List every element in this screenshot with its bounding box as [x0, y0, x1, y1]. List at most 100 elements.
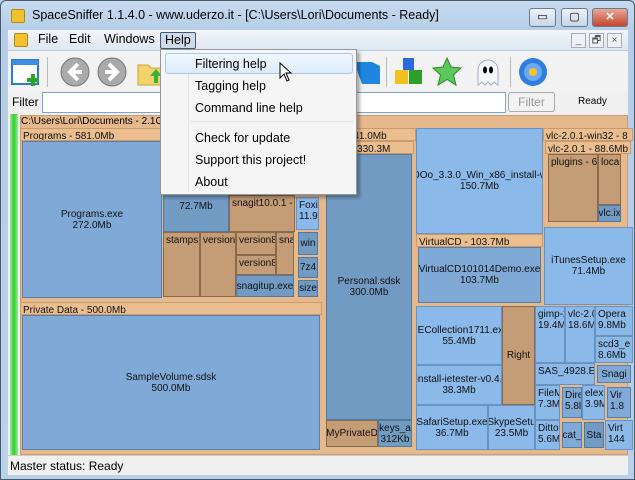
tile-name: vlc-2.0	[568, 309, 595, 320]
file-tile[interactable]: IECollection1711.ex 55.4Mb	[416, 306, 502, 365]
menu-help[interactable]: Help	[160, 32, 196, 49]
file-tile[interactable]: size	[298, 280, 318, 297]
menu-item-filtering-help[interactable]: Filtering help	[195, 57, 267, 71]
menu-edit[interactable]: Edit	[65, 32, 95, 49]
file-tile[interactable]: cat_	[562, 422, 582, 448]
folder-header[interactable]: vlc-2.0.1 - 88.6Mb	[545, 141, 631, 154]
file-tile[interactable]: Vir 1.8	[607, 387, 631, 418]
tile-name: keys_a	[379, 422, 411, 434]
app-menu-icon[interactable]	[14, 33, 28, 47]
file-tile[interactable]: SafariSetup.exe 36.7Mb	[416, 405, 488, 450]
tile-name: Opera	[598, 309, 626, 320]
mdi-minimize-button[interactable]: _	[571, 33, 586, 48]
tile-name: Virt	[608, 423, 623, 434]
tile-size: 23.5Mb	[494, 427, 529, 439]
file-tile[interactable]: Virt 144	[605, 420, 633, 450]
folder-header[interactable]: VirtualCD - 103.7Mb	[416, 234, 543, 247]
file-tile[interactable]: scd3_e 8.6Mb	[595, 336, 633, 363]
file-tile[interactable]: iTunesSetup.exe 71.4Mb	[544, 227, 633, 305]
tile-name: version9	[203, 235, 236, 246]
cube-icon[interactable]	[354, 57, 384, 87]
folder-tile[interactable]: stamps -	[163, 232, 200, 297]
file-tile[interactable]: Snagi	[597, 365, 631, 383]
file-tile[interactable]: SAS_4928.EX	[535, 363, 595, 385]
tile-name: size	[299, 283, 317, 294]
forward-icon[interactable]	[97, 57, 127, 87]
file-tile[interactable]: SkypeSetu 23.5Mb	[488, 405, 535, 450]
mouse-cursor-icon	[279, 62, 293, 82]
star-icon[interactable]	[432, 57, 462, 87]
file-tile[interactable]: gimp-219.4Ml	[535, 306, 565, 363]
file-tile[interactable]: OOo_3.3.0_Win_x86_install-w 150.7Mb	[416, 128, 543, 234]
tile-name: SkypeSetu	[488, 416, 535, 428]
tile-name: version8t	[239, 258, 276, 269]
flower-icon[interactable]	[518, 57, 548, 87]
mdi-restore-button[interactable]: 🗗	[589, 33, 604, 48]
file-tile[interactable]: Ditto 5.6M	[535, 420, 560, 450]
new-window-icon[interactable]	[11, 57, 41, 87]
menu-item-support-project[interactable]: Support this project!	[195, 153, 306, 167]
tile-size: 1.8	[610, 401, 624, 412]
tile-name: sna	[279, 235, 294, 246]
tile-size: 272.0Mb	[72, 219, 112, 231]
maximize-button[interactable]: ▢	[561, 8, 588, 27]
file-tile[interactable]: Programs.exe 272.0Mb	[22, 141, 162, 298]
toolbar-separator	[386, 57, 387, 87]
tile-name: SampleVolume.sdsk	[125, 371, 217, 383]
file-tile[interactable]: SampleVolume.sdsk 500.0Mb	[22, 315, 320, 450]
tile-name: snagit10.0.1 - 3	[232, 198, 295, 209]
tile-name: install-ietester-v0.4.	[416, 374, 502, 385]
menu-item-check-for-update[interactable]: Check for update	[195, 131, 290, 145]
tile-name: vlc-2.0.1-win32 - 8	[546, 131, 628, 141]
file-tile[interactable]: Dire 5.8l	[562, 387, 582, 418]
tile-name: plugins - 60	[551, 157, 598, 168]
folder-tile[interactable]: local	[598, 154, 621, 205]
tile-size: 8.6Mb	[598, 350, 626, 361]
folder-tile[interactable]: version8t	[236, 255, 276, 275]
file-tile[interactable]: Opera 9.8Mb	[595, 306, 633, 336]
minimize-button[interactable]: ▭	[529, 8, 556, 27]
file-tile[interactable]: vlc.ix	[598, 205, 621, 222]
tile-size: 300.0Mb	[349, 287, 389, 298]
menu-item-tagging-help[interactable]: Tagging help	[195, 79, 266, 93]
file-tile[interactable]: VirtualCD101014Demo.exe 103.7Mb	[418, 247, 541, 303]
folder-tile[interactable]: Right	[502, 306, 535, 405]
back-icon[interactable]	[60, 57, 90, 87]
file-tile[interactable]: 7z4	[298, 257, 318, 278]
tile-name: Private Data - 500.0Mb	[23, 305, 126, 315]
file-tile[interactable]: win	[298, 232, 318, 255]
file-tile[interactable]: keys_a 312Kb	[378, 420, 412, 447]
menu-windows[interactable]: Windows	[100, 32, 159, 49]
ghost-icon[interactable]	[473, 57, 503, 87]
folder-header[interactable]: Private Data - 500.0Mb	[20, 302, 322, 315]
filter-button[interactable]: Filter	[508, 92, 555, 112]
folder-tile[interactable]: snagit10.0.1 - 3	[229, 195, 295, 232]
tile-size: 7.3Ml	[538, 399, 560, 410]
folder-tile[interactable]: version9	[200, 232, 236, 297]
blocks-icon[interactable]	[394, 57, 424, 87]
file-tile[interactable]: Sta	[584, 422, 604, 448]
folder-tile[interactable]: version8.	[236, 232, 276, 255]
file-tile[interactable]: Foxit 11.9I	[296, 197, 319, 230]
folder-tile[interactable]: MyPrivateD	[326, 420, 378, 447]
filter-label: Filter	[12, 95, 39, 109]
menu-file[interactable]: File	[34, 32, 62, 49]
file-tile[interactable]: snagitup.exe	[236, 275, 294, 297]
status-bar: Master status: Ready	[8, 455, 628, 475]
app-icon	[11, 9, 25, 23]
file-tile[interactable]: install-ietester-v0.4. 38.3Mb	[416, 365, 502, 405]
file-tile[interactable]: elex.3.9M	[582, 385, 605, 420]
close-button[interactable]: ✕	[592, 8, 628, 27]
menu-item-command-line-help[interactable]: Command line help	[195, 101, 303, 115]
tile-name: win	[300, 238, 316, 249]
tile-name: iTunesSetup.exe	[551, 255, 626, 266]
file-tile[interactable]: vlc-2.0 18.6M	[565, 306, 595, 363]
menu-item-about[interactable]: About	[195, 175, 228, 189]
tile-name: FileM	[538, 388, 559, 399]
folder-tile[interactable]: sna	[276, 232, 294, 275]
folder-header[interactable]: vlc-2.0.1-win32 - 8	[543, 128, 633, 141]
folder-tile[interactable]: plugins - 60	[548, 154, 598, 222]
mdi-close-button[interactable]: ×	[607, 33, 622, 48]
tile-size: 500.0Mb	[151, 382, 191, 394]
file-tile[interactable]: FileM7.3Ml	[535, 385, 560, 420]
